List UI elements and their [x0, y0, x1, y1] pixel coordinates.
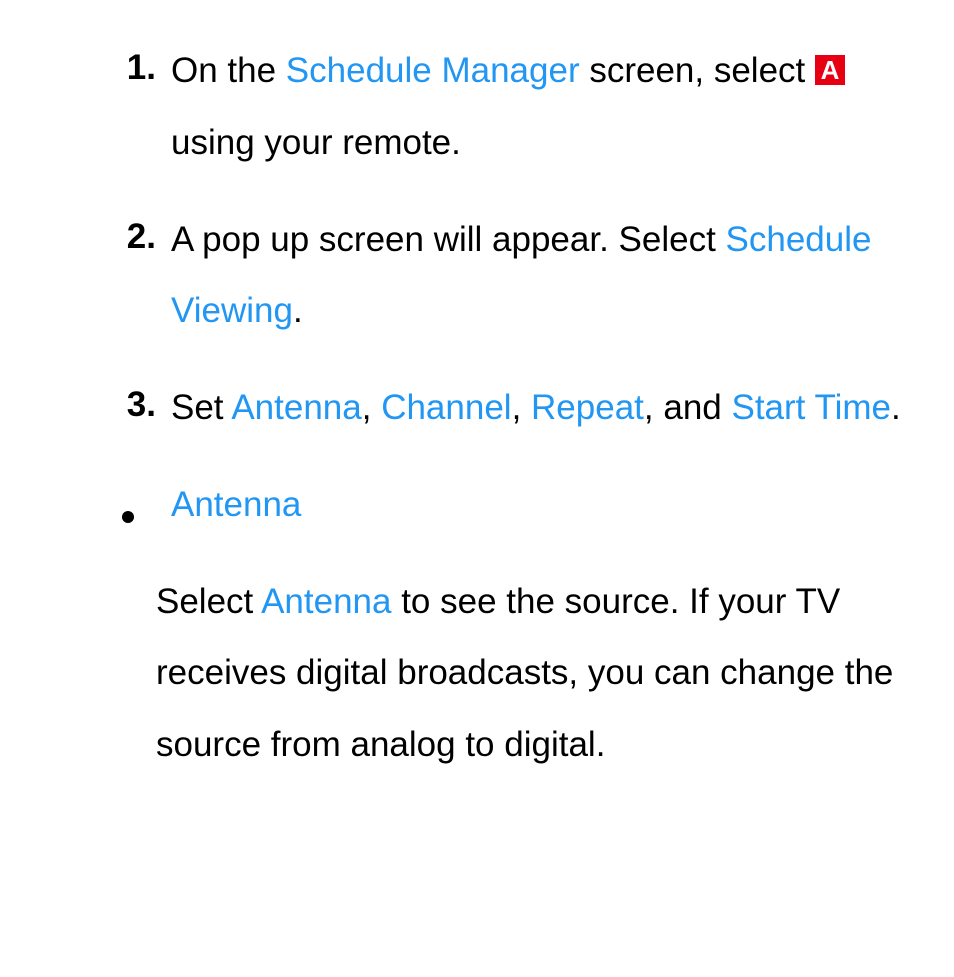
repeat-term: Repeat [531, 388, 644, 427]
text: screen, select [580, 51, 815, 90]
document-page: 1. On the Schedule Manager screen, selec… [0, 0, 954, 977]
step-2-marker: 2. [100, 204, 171, 348]
step-3: 3. Set Antenna, Channel, Repeat, and Sta… [100, 372, 914, 444]
text: Set [171, 388, 231, 427]
text: Select [156, 582, 261, 621]
text: using your remote. [171, 123, 461, 162]
channel-term: Channel [381, 388, 511, 427]
step-1-marker: 1. [100, 35, 171, 179]
step-3-marker: 3. [100, 372, 171, 444]
text: . [891, 388, 901, 427]
step-1: 1. On the Schedule Manager screen, selec… [100, 35, 914, 179]
step-3-content: Set Antenna, Channel, Repeat, and Start … [171, 372, 914, 444]
step-2: 2. A pop up screen will appear. Select S… [100, 204, 914, 348]
bullet-antenna: Antenna [100, 469, 914, 541]
text: . [293, 291, 303, 330]
antenna-term-body: Antenna [261, 582, 391, 621]
text: On the [171, 51, 286, 90]
bullet-dot-icon [122, 511, 134, 523]
text: , and [644, 388, 732, 427]
start-time-term: Start Time [731, 388, 890, 427]
bullet-marker [100, 469, 171, 541]
remote-a-button-icon: A [815, 55, 845, 85]
schedule-manager-term: Schedule Manager [286, 51, 580, 90]
antenna-term: Antenna [231, 388, 361, 427]
step-1-content: On the Schedule Manager screen, select A… [171, 35, 914, 179]
antenna-heading: Antenna [171, 485, 301, 524]
text: A pop up screen will appear. Select [171, 220, 726, 259]
text: , [362, 388, 381, 427]
bullet-body: Select Antenna to see the source. If you… [156, 566, 914, 781]
step-2-content: A pop up screen will appear. Select Sche… [171, 204, 914, 348]
bullet-content: Antenna [171, 469, 914, 541]
text: , [512, 388, 531, 427]
